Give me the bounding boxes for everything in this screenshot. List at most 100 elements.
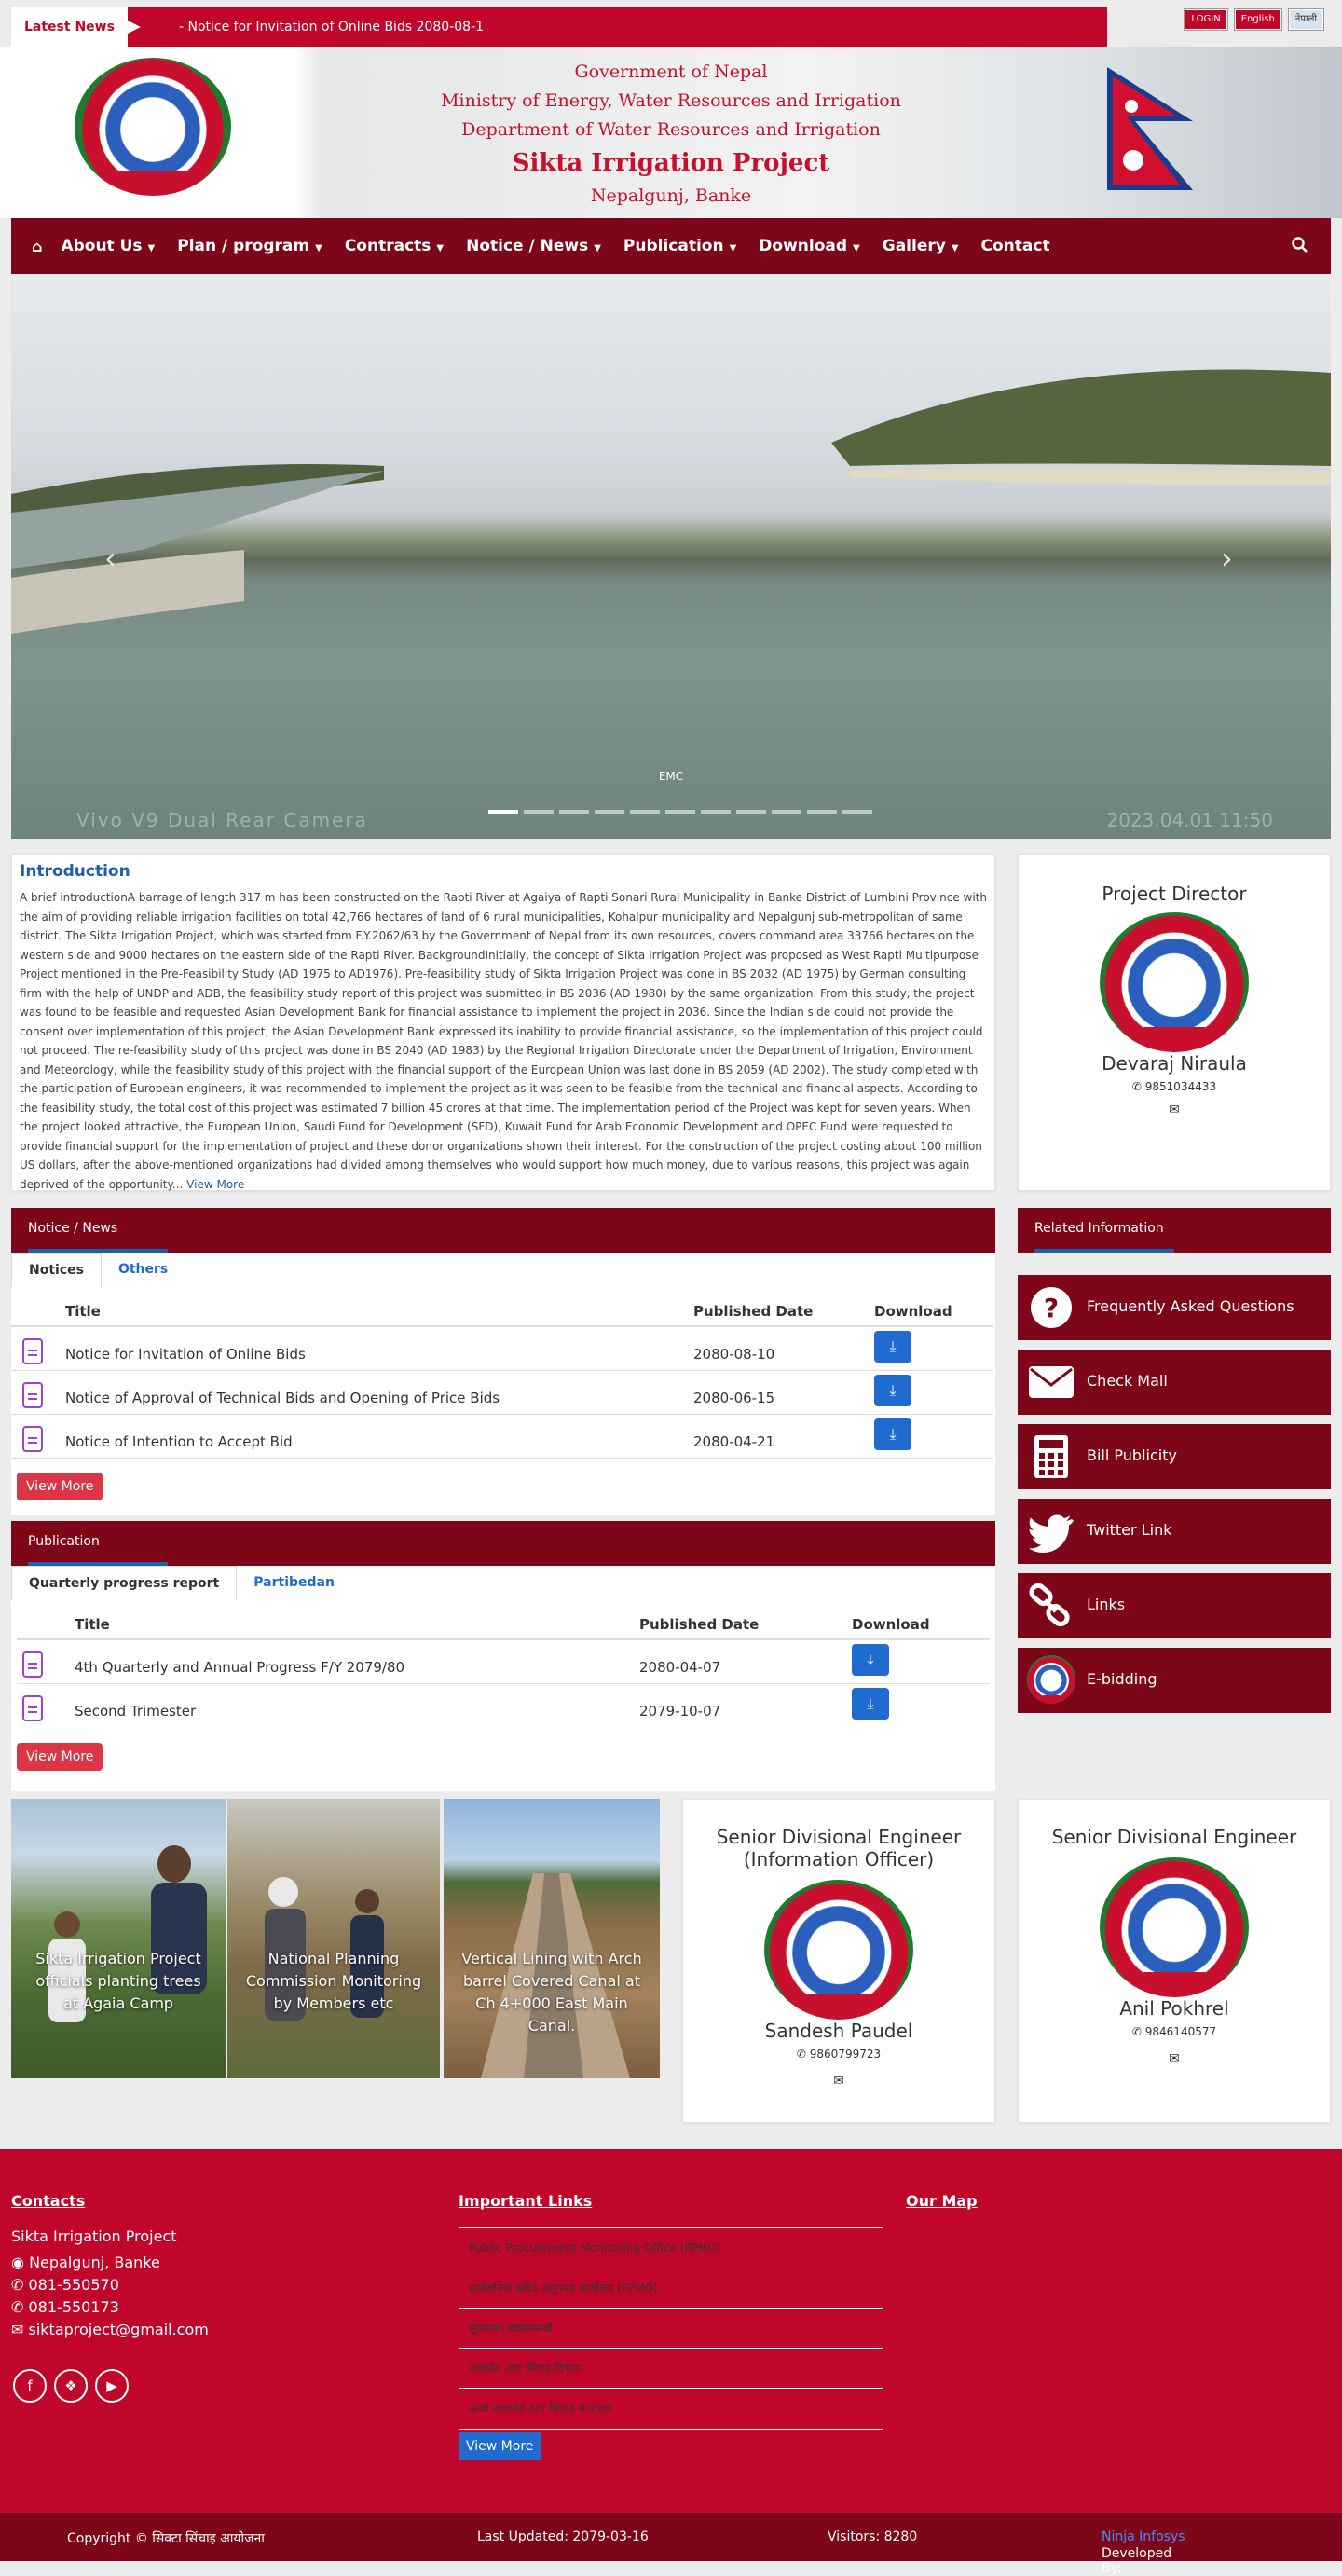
news-ticker-text[interactable]: - Notice for Invitation of Online Bids 2… [179,7,484,47]
slider-indicator[interactable] [807,810,837,814]
notice-title[interactable]: Notice of Intention to Accept Bid [65,1433,293,1450]
twitter-link[interactable]: Twitter Link [1018,1499,1331,1564]
department-name: Department of Water Resources and Irriga… [461,119,881,140]
image-slider: ‹ › Vivo V9 Dual Rear Camera 2023.04.01 … [11,280,1331,839]
nepal-government-emblem-icon[interactable] [75,58,231,196]
footer-link[interactable]: ऊर्जा जलस्रोत तथा सिंचाइ मन्त्रालय [459,2389,883,2429]
senior-engineer-card: Senior Divisional Engineer Anil Pokhrel … [1018,1799,1331,2123]
publication-date: 2079-10-07 [639,1703,721,1720]
nav-contracts[interactable]: Contracts ▼ [345,237,444,255]
slider-indicator[interactable] [701,810,731,814]
links-link[interactable]: Links [1018,1573,1331,1638]
tab-others[interactable]: Others [102,1253,185,1288]
project-director-card: Project Director Devaraj Niraula ✆ 98510… [1018,854,1331,1191]
notice-title[interactable]: Notice of Approval of Technical Bids and… [65,1390,500,1406]
phone-number: 9846140577 [1144,2025,1217,2038]
notice-title[interactable]: Notice for Invitation of Online Bids [65,1346,306,1363]
footer-link[interactable]: सूचनाको हकसम्बन्धी [459,2309,883,2349]
check-mail-link[interactable]: Check Mail [1018,1350,1331,1415]
links-view-more-button[interactable]: View More [459,2432,541,2460]
publication-table: Title Published Date Download 4th Quarte… [17,1605,990,1728]
login-button[interactable]: LOGIN [1185,9,1227,30]
nav-download[interactable]: Download ▼ [759,237,859,255]
slider-indicator[interactable] [488,810,518,814]
footer-org-name: Sikta Irrigation Project [11,2227,177,2245]
notices-view-more-button[interactable]: View More [17,1473,103,1500]
e-bidding-link[interactable]: E-bidding [1018,1648,1331,1713]
publication-tabs: Quarterly progress report Partibedan [11,1566,351,1601]
bill-publicity-link[interactable]: Bill Publicity [1018,1424,1331,1489]
slider-indicators [488,810,872,814]
our-map-heading: Our Map [906,2192,978,2210]
nav-notice-news[interactable]: Notice / News ▼ [466,237,601,255]
slider-indicator[interactable] [842,810,872,814]
footer-link[interactable]: Public Procurement Monitoring Office (PP… [459,2228,883,2268]
slider-indicator[interactable] [736,810,766,814]
envelope-icon: ✉ [11,2321,24,2338]
notice-date: 2080-08-10 [693,1346,775,1363]
slider-indicator[interactable] [595,810,624,814]
project-name[interactable]: Sikta Irrigation Project [373,144,969,182]
twitter-icon[interactable]: ❖ [54,2369,88,2403]
nav-label: Contact [980,237,1050,255]
officer-title: Senior Divisional Engineer (Information … [716,1826,962,1870]
important-links-list: Public Procurement Monitoring Office (PP… [459,2227,883,2430]
nav-gallery[interactable]: Gallery ▼ [883,237,959,255]
nav-publication[interactable]: Publication ▼ [623,237,736,255]
slider-next-arrow[interactable]: › [1221,541,1233,576]
last-updated-text: Last Updated: 2079-03-16 [477,2529,649,2544]
home-icon[interactable]: ⌂ [32,238,42,255]
tab-quarterly-progress-report[interactable]: Quarterly progress report [11,1566,238,1601]
download-button[interactable]: ⤓ [874,1418,911,1450]
related-item-label: Check Mail [1087,1372,1168,1390]
publication-title[interactable]: 4th Quarterly and Annual Progress F/Y 20… [75,1659,404,1676]
download-button[interactable]: ⤓ [852,1644,889,1676]
facebook-icon[interactable]: f [13,2369,47,2403]
introduction-view-more-link[interactable]: View More [186,1178,244,1191]
download-button[interactable]: ⤓ [874,1331,911,1363]
english-language-button[interactable]: English [1234,9,1281,30]
slider-indicator[interactable] [772,810,801,814]
slider-indicator[interactable] [524,810,554,814]
download-button[interactable]: ⤓ [852,1688,889,1720]
notice-date: 2080-06-15 [693,1390,775,1406]
table-header: Title Published Date Download [11,1292,993,1327]
nav-about-us[interactable]: About Us ▼ [61,237,155,255]
faq-link[interactable]: ? Frequently Asked Questions [1018,1275,1331,1340]
nav-plan-program[interactable]: Plan / program ▼ [177,237,322,255]
developer-link[interactable]: Ninja Infosys [1102,2529,1185,2544]
gallery-photo[interactable]: National Planning Commission Monitoring … [227,1799,440,2078]
document-icon [22,1426,43,1452]
header-titles: Government of Nepal Ministry of Energy, … [373,58,969,211]
tab-notices[interactable]: Notices [11,1253,102,1288]
envelope-icon[interactable]: ✉ [1019,2051,1330,2066]
envelope-icon[interactable]: ✉ [1019,1103,1330,1117]
column-title: Title [75,1616,110,1633]
phone-icon: ✆ [11,2298,24,2316]
footer-link[interactable]: सार्वजनिक खरिद अनुगमन कार्यालय (PPMO) [459,2268,883,2309]
gallery-photo[interactable]: Sikta Irrigation Project officials plant… [11,1799,226,2078]
youtube-icon[interactable]: ▶ [95,2369,129,2403]
column-published-date: Published Date [693,1303,814,1320]
tab-partibedan[interactable]: Partibedan [237,1566,351,1601]
download-button[interactable]: ⤓ [874,1375,911,1406]
nepali-language-button[interactable]: नेपाली [1288,9,1323,30]
slider-prev-arrow[interactable]: ‹ [104,541,116,576]
publication-view-more-button[interactable]: View More [17,1743,103,1771]
chevron-down-icon: ▼ [853,243,860,253]
slider-indicator[interactable] [665,810,695,814]
footer-email-text[interactable]: siktaproject@gmail.com [29,2321,209,2338]
slider-indicator[interactable] [559,810,589,814]
introduction-card: Introduction A brief introductionA barra… [11,854,995,1191]
footer-link[interactable]: जलस्रोत तथा सिंचाइ विभाग [459,2349,883,2389]
phone-icon: ✆ [11,2276,24,2294]
notices-table: Title Published Date Download Notice for… [11,1292,993,1459]
nav-contact[interactable]: Contact [981,237,1050,255]
search-icon[interactable] [1292,237,1308,253]
slider-indicator[interactable] [630,810,660,814]
ministry-name: Ministry of Energy, Water Resources and … [441,90,901,111]
publication-title[interactable]: Second Trimester [75,1703,196,1720]
gallery-photo[interactable]: Vertical Lining with Arch barrel Covered… [444,1799,660,2078]
project-location: Nepalgunj, Banke [590,185,752,206]
envelope-icon[interactable]: ✉ [683,2074,994,2089]
